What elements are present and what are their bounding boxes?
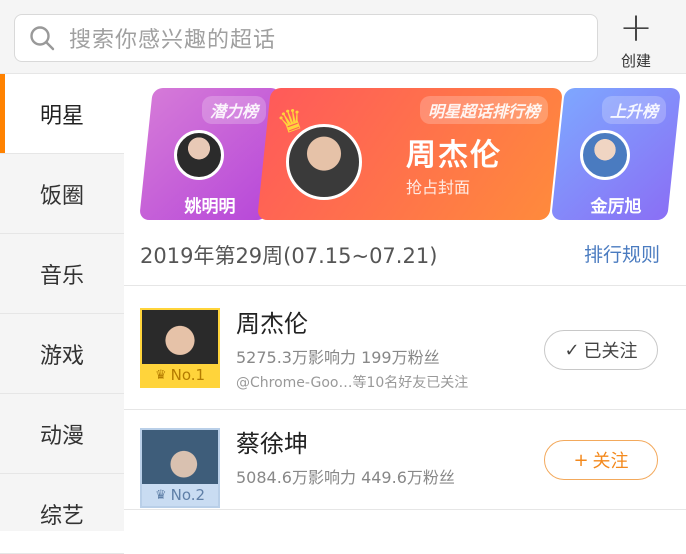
star-stats: 5084.6万影响力 449.6万粉丝: [236, 468, 455, 487]
sidebar-item-label: 饭圈: [39, 183, 84, 209]
star-thumbnail: ♛ No.1: [140, 308, 220, 388]
sidebar-item-fandom[interactable]: 饭圈: [0, 154, 124, 234]
sidebar-item-anime[interactable]: 动漫: [0, 394, 124, 474]
star-name: 蔡徐坤: [236, 430, 308, 458]
sidebar-item-variety[interactable]: 综艺: [0, 474, 124, 554]
crown-icon: ♛: [154, 367, 167, 383]
friends-following: @Chrome-Goo…等10名好友已关注: [236, 375, 469, 391]
check-icon: ✓: [564, 339, 580, 361]
ranking-rules-link[interactable]: 排行规则: [584, 240, 660, 267]
follow-button-label: 关注: [592, 451, 629, 472]
followed-button[interactable]: ✓ 已关注: [544, 330, 658, 370]
plus-icon: +: [573, 449, 589, 471]
potential-list-tag: 潜力榜: [201, 96, 266, 124]
rank-badge: ♛ No.2: [142, 484, 218, 506]
followed-button-label: 已关注: [583, 341, 638, 362]
search-placeholder: 搜索你感兴趣的超话: [69, 28, 277, 53]
star-name: 周杰伦: [236, 310, 308, 338]
sidebar-item-label: 游戏: [39, 343, 84, 369]
rank-label: No.1: [170, 366, 206, 384]
star-ranking-tag: 明星超话排行榜: [419, 96, 548, 124]
sidebar-item-stars[interactable]: 明星: [0, 74, 124, 154]
sidebar-item-music[interactable]: 音乐: [0, 234, 124, 314]
sidebar-item-label: 动漫: [39, 423, 84, 449]
star-stats: 5275.3万影响力 199万粉丝: [236, 348, 440, 367]
follow-button[interactable]: + 关注: [544, 440, 658, 480]
week-label: 2019年第29周(07.15~07.21): [140, 244, 438, 268]
top-bar: 搜索你感兴趣的超话 + 创建: [0, 0, 686, 74]
top-star-name: 周杰伦: [406, 138, 502, 173]
star-ranking-card[interactable]: 明星超话排行榜 ♛ 周杰伦 抢占封面: [257, 88, 563, 220]
potential-star-name: 姚明明: [184, 197, 236, 217]
list-item[interactable]: ♛ No.2 蔡徐坤 5084.6万影响力 449.6万粉丝 + 关注: [124, 410, 686, 510]
week-header: 2019年第29周(07.15~07.21) 排行规则: [124, 226, 686, 286]
rising-list-tag: 上升榜: [601, 96, 666, 124]
rank-label: No.2: [170, 486, 206, 504]
sidebar-item-label: 综艺: [39, 503, 84, 529]
category-sidebar: 明星 饭圈 音乐 游戏 动漫 综艺: [0, 74, 124, 554]
avatar: [174, 130, 224, 180]
create-label: 创建: [620, 52, 651, 70]
avatar: [580, 130, 630, 180]
rising-list-card[interactable]: 上升榜 金厉旭: [551, 88, 681, 220]
sidebar-item-games[interactable]: 游戏: [0, 314, 124, 394]
ranking-banner: 潜力榜 姚明明 明星超话排行榜 ♛ 周杰伦 抢占封面 上升榜 金厉旭: [134, 88, 681, 223]
list-item[interactable]: ♛ No.1 周杰伦 5275.3万影响力 199万粉丝 @Chrome-Goo…: [124, 290, 686, 410]
sidebar-item-label: 音乐: [39, 263, 84, 289]
main-content: 潜力榜 姚明明 明星超话排行榜 ♛ 周杰伦 抢占封面 上升榜 金厉旭 2019年…: [124, 74, 686, 531]
crown-icon: ♛: [154, 487, 167, 503]
top-star-subtitle: 抢占封面: [406, 178, 471, 197]
create-button[interactable]: + 创建: [610, 5, 662, 70]
sidebar-item-label: 明星: [39, 103, 84, 129]
search-icon: [30, 26, 55, 51]
plus-icon: +: [619, 5, 653, 51]
star-thumbnail: ♛ No.2: [140, 428, 220, 508]
rank-badge: ♛ No.1: [142, 364, 218, 386]
rising-star-name: 金厉旭: [590, 197, 642, 217]
search-input[interactable]: 搜索你感兴趣的超话: [14, 14, 598, 62]
